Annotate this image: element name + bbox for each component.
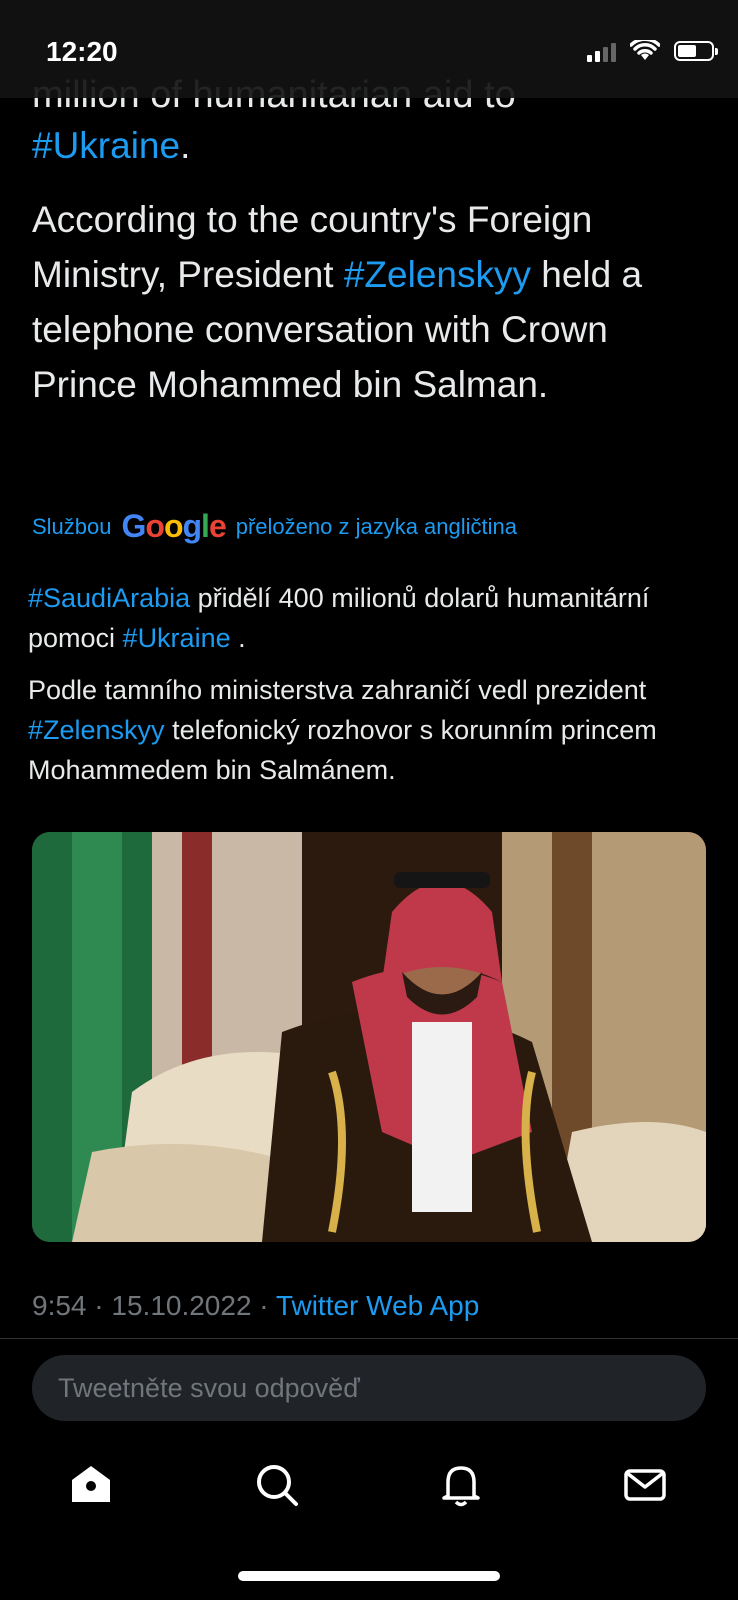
translated-paragraph-1: #SaudiArabia přidělí 400 milionů dolarů … xyxy=(28,578,718,658)
photo-illustration xyxy=(32,832,706,1242)
hashtag-saudiarabia[interactable]: #SaudiArabia xyxy=(28,583,190,613)
cellular-signal-icon xyxy=(587,40,616,62)
tweet-text-end: . xyxy=(180,125,191,166)
tab-search[interactable] xyxy=(254,1462,300,1508)
home-indicator xyxy=(238,1571,500,1581)
tweet-date: 15.10.2022 xyxy=(111,1290,252,1321)
translation-suffix: přeloženo z jazyka angličtina xyxy=(235,513,518,539)
hashtag-ukraine-translated[interactable]: #Ukraine xyxy=(123,623,231,653)
status-icons xyxy=(587,40,718,62)
reply-input[interactable] xyxy=(56,1371,682,1405)
messages-icon xyxy=(624,1469,666,1501)
tab-messages[interactable] xyxy=(622,1462,668,1508)
tweet-text-line1: #Ukraine. xyxy=(32,118,722,173)
tab-notifications[interactable] xyxy=(438,1462,484,1508)
hashtag-zelenskyy[interactable]: #Zelenskyy xyxy=(344,254,531,295)
bottom-tab-bar xyxy=(0,1440,738,1530)
reply-box[interactable] xyxy=(32,1355,706,1421)
battery-icon xyxy=(674,41,718,61)
translated-text-segment: . xyxy=(230,623,246,653)
wifi-icon xyxy=(630,40,660,60)
hashtag-zelenskyy-translated[interactable]: #Zelenskyy xyxy=(28,715,165,745)
tweet-photo[interactable] xyxy=(32,832,706,1242)
home-icon xyxy=(72,1466,110,1502)
tweet-text-paragraph: According to the country's Foreign Minis… xyxy=(32,192,722,412)
hashtag-ukraine[interactable]: #Ukraine xyxy=(32,125,180,166)
divider xyxy=(0,1338,738,1339)
separator: · xyxy=(251,1290,276,1321)
translated-paragraph-2: Podle tamního ministerstva zahraničí ved… xyxy=(28,670,718,790)
notifications-icon xyxy=(442,1466,480,1507)
search-icon xyxy=(257,1465,298,1506)
tab-home[interactable] xyxy=(68,1462,114,1508)
google-logo: Google xyxy=(121,508,227,544)
tweet-source-link[interactable]: Twitter Web App xyxy=(276,1290,479,1321)
translated-text-segment: Podle tamního ministerstva zahraničí ved… xyxy=(28,675,647,705)
status-bar: 12:20 xyxy=(0,0,738,98)
tweet-meta: 9:54 · 15.10.2022 · Twitter Web App xyxy=(32,1290,479,1322)
translation-prefix: Službou xyxy=(32,513,112,539)
status-time: 12:20 xyxy=(46,36,118,67)
tweet-time: 9:54 xyxy=(32,1290,87,1321)
translation-attribution[interactable]: Službou Google přeloženo z jazyka anglič… xyxy=(32,508,517,545)
separator: · xyxy=(86,1290,112,1321)
